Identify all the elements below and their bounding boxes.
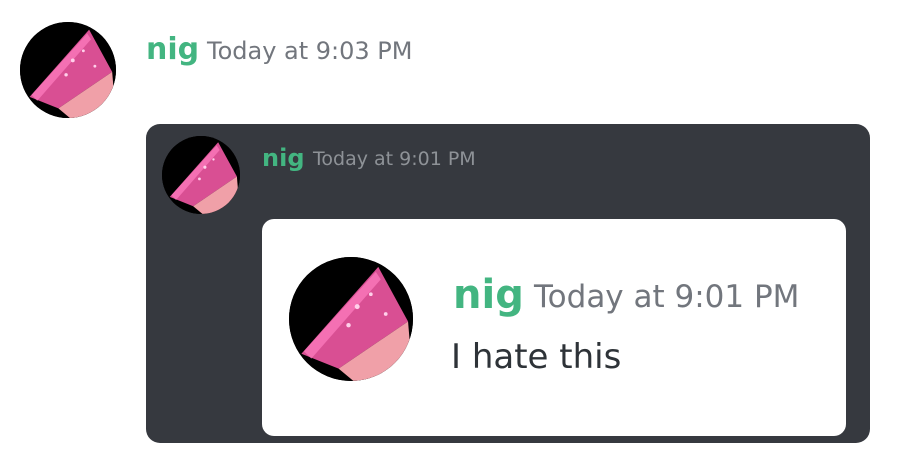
avatar[interactable] xyxy=(289,257,413,381)
message-text: I hate this xyxy=(451,337,622,377)
pink-glitter-avatar-icon xyxy=(289,257,413,381)
username[interactable]: nig xyxy=(453,270,524,320)
timestamp: Today at 9:03 PM xyxy=(207,37,413,65)
avatar[interactable] xyxy=(162,136,240,214)
pink-glitter-avatar-icon xyxy=(20,22,116,118)
timestamp: Today at 9:01 PM xyxy=(313,148,476,170)
timestamp: Today at 9:01 PM xyxy=(534,279,800,315)
username[interactable]: nig xyxy=(146,30,199,70)
pink-glitter-avatar-icon xyxy=(162,136,240,214)
avatar[interactable] xyxy=(20,22,116,118)
username[interactable]: nig xyxy=(262,142,305,174)
